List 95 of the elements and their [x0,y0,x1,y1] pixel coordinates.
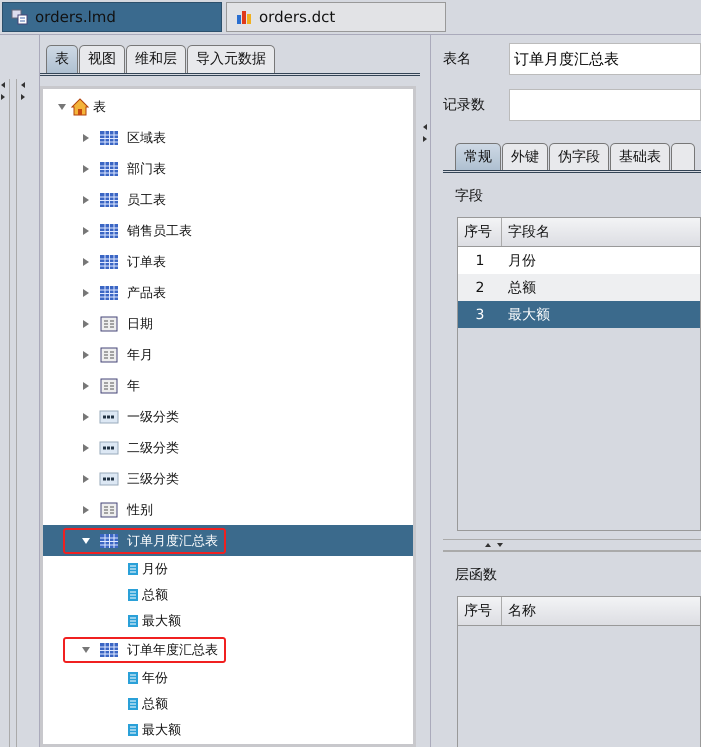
document-tab[interactable]: orders.dct [226,2,446,32]
tab[interactable]: 常规 [455,143,501,170]
form-icon [99,378,119,394]
expand-icon[interactable] [81,164,91,174]
tab[interactable]: 视图 [79,45,125,73]
table-cell-text: 最大额 [507,306,551,324]
home-icon [71,98,89,116]
table-cell-text: 1 [474,252,486,268]
collapse-icon[interactable] [57,102,67,112]
tab[interactable]: 导入元数据 [187,45,275,73]
table-cell-text: 总额 [507,278,537,296]
field-icon [127,671,139,685]
table-icon [99,192,119,208]
table-icon [99,642,119,658]
bar-chart-icon [235,9,253,25]
column-header[interactable]: 字段名 [502,218,700,246]
table-row[interactable]: 3 最大额 [458,301,700,328]
table-row[interactable]: 1 月份 [458,247,700,274]
expand-icon[interactable] [81,194,91,204]
splitter-arrows-icon[interactable] [20,79,26,103]
table-icon [99,130,119,146]
section-title: 层函数 [455,566,498,584]
tree-item[interactable]: 员工表 [127,190,166,208]
tree-item[interactable]: 销售员工表 [127,222,192,240]
expand-icon[interactable] [81,132,91,142]
tree-item[interactable]: 产品表 [127,284,166,302]
tree-item[interactable]: 总额 [142,586,168,604]
expand-icon[interactable] [81,412,91,422]
expand-icon[interactable] [81,288,91,298]
tree-item[interactable]: 二级分类 [127,438,179,456]
column-header[interactable]: 序号 [458,597,502,625]
tree-item[interactable]: 最大额 [142,721,181,739]
collapse-icon[interactable] [81,644,91,654]
table-cell-text: 2 [474,280,486,296]
column-header[interactable]: 名称 [502,597,700,625]
tree-item[interactable]: 年份 [142,669,168,687]
table-icon [99,284,119,300]
tab[interactable] [671,143,695,170]
model-icon [11,9,29,25]
tree-item[interactable]: 订单月度汇总表 [127,532,218,550]
field-icon [127,588,139,602]
splitter-arrows-icon[interactable] [483,542,505,548]
tab[interactable]: 外键 [502,143,548,170]
table-icon [99,254,119,270]
query-icon [99,408,119,424]
table-cell-text: 月份 [507,252,537,270]
expand-icon[interactable] [81,474,91,484]
collapse-icon[interactable] [81,536,91,546]
tree-item[interactable]: 日期 [127,314,153,332]
table-name-field[interactable]: 订单月度汇总表 [509,43,701,75]
tree-item[interactable]: 表 [93,98,106,116]
field-label: 表名 [443,50,472,68]
tree-item[interactable]: 总额 [142,695,168,713]
expand-icon[interactable] [81,442,91,452]
expand-icon[interactable] [81,226,91,236]
tree-item[interactable]: 部门表 [127,160,166,178]
record-count-field[interactable] [509,89,701,121]
field-icon [127,697,139,711]
tree-item[interactable]: 订单年度汇总表 [127,640,218,658]
tree-item[interactable]: 三级分类 [127,470,179,488]
tree-item[interactable]: 一级分类 [127,408,179,426]
tree-item[interactable]: 区域表 [127,128,166,146]
splitter-arrows-icon[interactable] [422,121,428,145]
section-title: 字段 [455,187,484,205]
column-header[interactable]: 序号 [458,218,502,246]
expand-icon[interactable] [81,256,91,266]
form-icon [99,502,119,518]
splitter-arrows-icon[interactable] [0,79,6,103]
table-icon [99,160,119,176]
table-icon [99,222,119,238]
tree-item[interactable]: 年月 [127,346,153,364]
query-icon [99,440,119,456]
tab[interactable]: 基础表 [610,143,670,170]
field-label: 记录数 [443,96,486,114]
tree-item[interactable]: 月份 [142,560,168,578]
tree-item[interactable]: 年 [127,376,140,394]
field-icon [127,723,139,737]
expand-icon[interactable] [81,380,91,390]
table-icon [99,532,119,548]
query-icon [99,470,119,486]
table-row[interactable]: 2 总额 [458,274,700,301]
form-icon [99,316,119,332]
field-icon [127,562,139,576]
tab[interactable]: 表 [46,45,78,73]
field-icon [127,614,139,628]
expand-icon[interactable] [81,350,91,360]
tree-item[interactable]: 性别 [127,500,153,518]
expand-icon[interactable] [81,318,91,328]
tree-item[interactable]: 订单表 [127,252,166,270]
tree-item[interactable]: 最大额 [142,612,181,630]
table-cell-text: 3 [474,306,486,322]
expand-icon[interactable] [81,504,91,514]
tab[interactable]: 维和层 [126,45,186,73]
form-icon [99,346,119,362]
tab[interactable]: 伪字段 [549,143,609,170]
